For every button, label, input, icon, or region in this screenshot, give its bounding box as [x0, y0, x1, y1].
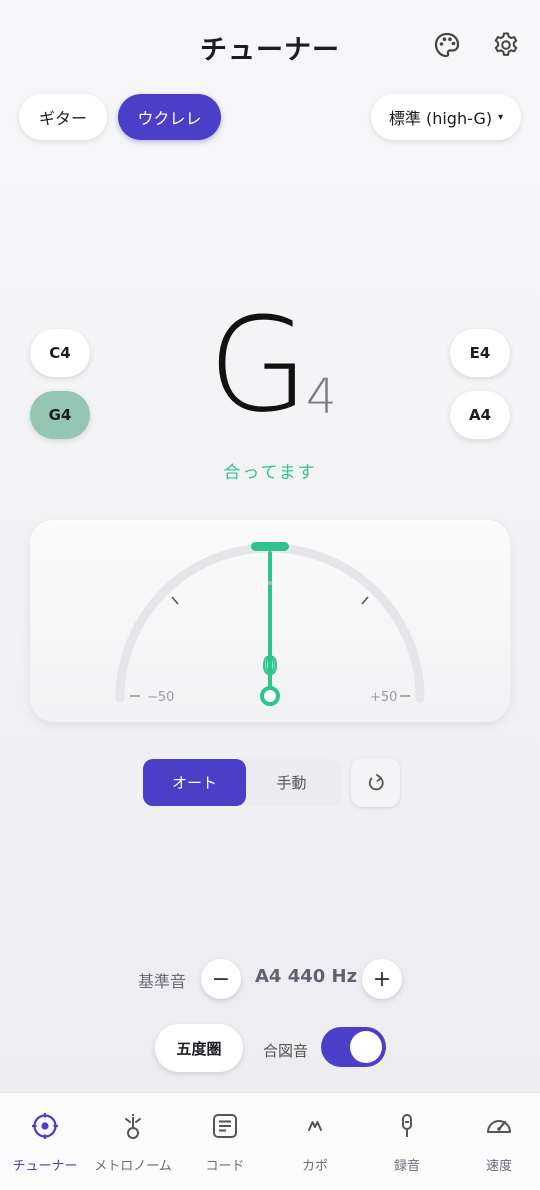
reference-increase-button[interactable]: +: [362, 959, 402, 999]
reset-button[interactable]: [351, 758, 400, 807]
circle-of-fifths-button[interactable]: 五度圏: [155, 1024, 243, 1072]
nav-label: メトロノーム: [94, 1159, 172, 1174]
nav-record[interactable]: 録音: [362, 1093, 452, 1190]
nav-label: チューナー: [12, 1159, 78, 1174]
bottom-nav: チューナー メトロノーム コード カポ 録音 速度: [0, 1092, 540, 1190]
speed-icon: [487, 1120, 511, 1133]
tuning-status: 合ってます: [223, 463, 317, 483]
metronome-icon: [125, 1114, 141, 1139]
note-letter: G: [208, 289, 309, 441]
capo-icon: [308, 1121, 322, 1131]
string-button-g4[interactable]: G4: [30, 391, 90, 439]
meter-min-label: −50: [147, 690, 174, 705]
reference-label: 基準音: [138, 972, 187, 991]
mode-manual-button[interactable]: 手動: [240, 759, 343, 806]
nav-label: カポ: [301, 1159, 328, 1174]
note-octave: 4: [306, 369, 337, 425]
nav-chord[interactable]: コード: [180, 1093, 270, 1190]
nav-capo[interactable]: カポ: [270, 1093, 360, 1190]
meter-cents-label: 0: [262, 652, 277, 680]
reference-value: A4 440 Hz: [255, 966, 358, 987]
nav-label: 録音: [393, 1159, 420, 1174]
instrument-ukulele-button[interactable]: ウクレレ: [118, 94, 221, 140]
tuning-value: 標準 (high-G): [388, 109, 493, 128]
tuning-dropdown[interactable]: 標準 (high-G) ▾: [371, 94, 521, 140]
reference-decrease-button[interactable]: −: [201, 959, 241, 999]
nav-speed[interactable]: 速度: [454, 1093, 540, 1190]
nav-label: 速度: [485, 1159, 512, 1174]
meter-max-label: +50: [370, 690, 397, 705]
meter-center-mark: [251, 542, 289, 551]
nav-label: コード: [205, 1159, 245, 1174]
mode-auto-button[interactable]: オート: [143, 759, 246, 806]
mic-icon: [402, 1114, 412, 1137]
meter-tick-right: [361, 596, 369, 605]
string-button-c4[interactable]: C4: [30, 329, 90, 377]
chevron-down-icon: ▾: [498, 111, 504, 123]
nav-metronome[interactable]: メトロノーム: [88, 1093, 178, 1190]
signal-sound-label: 合図音: [263, 1042, 309, 1060]
gear-icon[interactable]: [489, 28, 523, 62]
chord-icon: [213, 1114, 237, 1138]
refresh-icon: [368, 773, 384, 790]
tuner-icon: [32, 1113, 58, 1139]
meter-needle-dot: [268, 581, 272, 585]
toggle-knob: [350, 1031, 382, 1063]
mode-segmented-control: オート 手動: [143, 759, 341, 806]
meter-pivot: [260, 686, 280, 706]
meter-tick-left: [171, 596, 179, 605]
instrument-guitar-button[interactable]: ギター: [19, 94, 107, 140]
app-header: チューナー: [0, 0, 540, 90]
tuning-meter-card: −50 +50 0: [30, 520, 510, 722]
signal-sound-toggle[interactable]: [321, 1027, 386, 1067]
nav-tuner[interactable]: チューナー: [0, 1093, 90, 1190]
string-button-a4[interactable]: A4: [450, 391, 510, 439]
string-button-e4[interactable]: E4: [450, 329, 510, 377]
tuning-meter: −50 +50 0: [115, 542, 425, 706]
palette-icon[interactable]: [430, 28, 464, 62]
